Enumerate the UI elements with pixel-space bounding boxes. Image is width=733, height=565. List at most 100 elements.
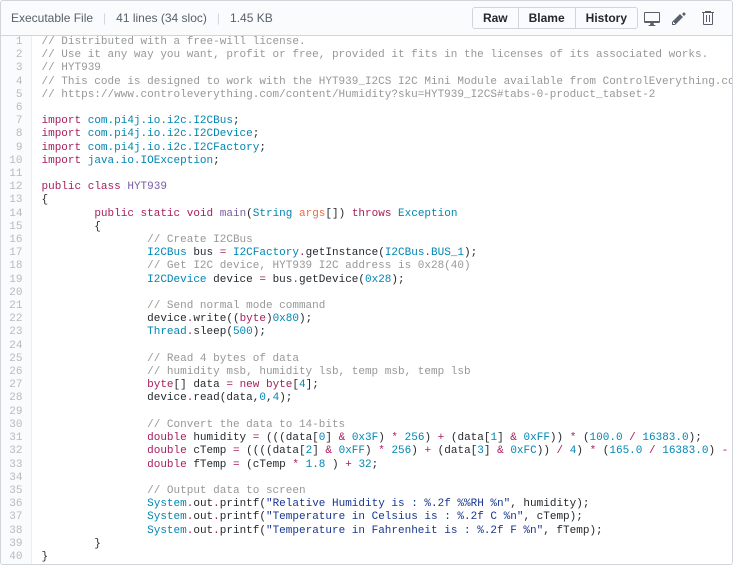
line-number[interactable]: 29	[1, 406, 31, 419]
line-content[interactable]: import com.pi4j.io.i2c.I2CFactory;	[31, 142, 733, 155]
line-number[interactable]: 30	[1, 419, 31, 432]
line-number[interactable]: 24	[1, 340, 31, 353]
line-number[interactable]: 18	[1, 260, 31, 273]
line-number[interactable]: 13	[1, 194, 31, 207]
line-content[interactable]: }	[31, 538, 733, 551]
line-content[interactable]: import com.pi4j.io.i2c.I2CDevice;	[31, 128, 733, 141]
trash-icon[interactable]	[694, 6, 722, 30]
line-content[interactable]: {	[31, 221, 733, 234]
line-content[interactable]	[31, 406, 733, 419]
line-content[interactable]: import java.io.IOException;	[31, 155, 733, 168]
code-viewer[interactable]: 1// Distributed with a free-will license…	[0, 36, 733, 565]
line-content[interactable]: I2CDevice device = bus.getDevice(0x28);	[31, 274, 733, 287]
line-content[interactable]: double cTemp = ((((data[2] & 0xFF) * 256…	[31, 445, 733, 458]
desktop-icon[interactable]	[638, 6, 666, 30]
code-line: 3// HYT939	[1, 62, 733, 75]
line-number[interactable]: 32	[1, 445, 31, 458]
code-line: 16 // Create I2CBus	[1, 234, 733, 247]
pencil-icon[interactable]	[666, 6, 694, 30]
line-content[interactable]: byte[] data = new byte[4];	[31, 379, 733, 392]
line-content[interactable]: System.out.printf("Temperature in Celsiu…	[31, 511, 733, 524]
line-number[interactable]: 21	[1, 300, 31, 313]
code-line: 25 // Read 4 bytes of data	[1, 353, 733, 366]
line-number[interactable]: 22	[1, 313, 31, 326]
line-content[interactable]: // Get I2C device, HYT939 I2C address is…	[31, 260, 733, 273]
line-content[interactable]: System.out.printf("Temperature in Fahren…	[31, 525, 733, 538]
line-content[interactable]: public static void main(String args[]) t…	[31, 208, 733, 221]
line-number[interactable]: 3	[1, 62, 31, 75]
line-content[interactable]	[31, 168, 733, 181]
line-number[interactable]: 20	[1, 287, 31, 300]
line-content[interactable]: // Convert the data to 14-bits	[31, 419, 733, 432]
line-number[interactable]: 15	[1, 221, 31, 234]
line-number[interactable]: 37	[1, 511, 31, 524]
line-number[interactable]: 33	[1, 459, 31, 472]
line-number[interactable]: 38	[1, 525, 31, 538]
code-line: 6	[1, 102, 733, 115]
line-number[interactable]: 31	[1, 432, 31, 445]
line-number[interactable]: 39	[1, 538, 31, 551]
line-content[interactable]: // Send normal mode command	[31, 300, 733, 313]
line-number[interactable]: 25	[1, 353, 31, 366]
history-button[interactable]: History	[576, 8, 637, 28]
line-number[interactable]: 5	[1, 89, 31, 102]
line-content[interactable]: // This code is designed to work with th…	[31, 76, 733, 89]
line-content[interactable]: // Distributed with a free-will license.	[31, 36, 733, 49]
line-number[interactable]: 26	[1, 366, 31, 379]
file-mode: Executable File	[11, 11, 93, 25]
line-number[interactable]: 23	[1, 326, 31, 339]
line-content[interactable]: // Output data to screen	[31, 485, 733, 498]
line-number[interactable]: 7	[1, 115, 31, 128]
line-number[interactable]: 34	[1, 472, 31, 485]
code-line: 11	[1, 168, 733, 181]
line-number[interactable]: 35	[1, 485, 31, 498]
line-content[interactable]	[31, 287, 733, 300]
line-content[interactable]: double fTemp = (cTemp * 1.8 ) + 32;	[31, 459, 733, 472]
line-content[interactable]: // humidity msb, humidity lsb, temp msb,…	[31, 366, 733, 379]
line-number[interactable]: 9	[1, 142, 31, 155]
raw-button[interactable]: Raw	[473, 8, 519, 28]
line-content[interactable]: double humidity = (((data[0] & 0x3F) * 2…	[31, 432, 733, 445]
line-content[interactable]	[31, 340, 733, 353]
line-number[interactable]: 36	[1, 498, 31, 511]
line-content[interactable]: {	[31, 194, 733, 207]
line-content[interactable]: // HYT939	[31, 62, 733, 75]
line-number[interactable]: 11	[1, 168, 31, 181]
line-number[interactable]: 4	[1, 76, 31, 89]
line-number[interactable]: 6	[1, 102, 31, 115]
line-content[interactable]: Thread.sleep(500);	[31, 326, 733, 339]
code-line: 37 System.out.printf("Temperature in Cel…	[1, 511, 733, 524]
line-number[interactable]: 28	[1, 392, 31, 405]
code-line: 17 I2CBus bus = I2CFactory.getInstance(I…	[1, 247, 733, 260]
code-table: 1// Distributed with a free-will license…	[1, 36, 733, 564]
line-number[interactable]: 16	[1, 234, 31, 247]
line-number[interactable]: 8	[1, 128, 31, 141]
line-content[interactable]: I2CBus bus = I2CFactory.getInstance(I2CB…	[31, 247, 733, 260]
line-number[interactable]: 14	[1, 208, 31, 221]
line-content[interactable]: // Read 4 bytes of data	[31, 353, 733, 366]
line-number[interactable]: 12	[1, 181, 31, 194]
line-number[interactable]: 27	[1, 379, 31, 392]
line-content[interactable]: device.read(data,0,4);	[31, 392, 733, 405]
blame-button[interactable]: Blame	[519, 8, 576, 28]
line-number[interactable]: 19	[1, 274, 31, 287]
line-number[interactable]: 1	[1, 36, 31, 49]
line-content[interactable]: import com.pi4j.io.i2c.I2CBus;	[31, 115, 733, 128]
line-content[interactable]: // https://www.controleverything.com/con…	[31, 89, 733, 102]
line-content[interactable]: // Create I2CBus	[31, 234, 733, 247]
line-content[interactable]: public class HYT939	[31, 181, 733, 194]
line-content[interactable]	[31, 102, 733, 115]
file-size: 1.45 KB	[230, 11, 273, 25]
line-content[interactable]: // Use it any way you want, profit or fr…	[31, 49, 733, 62]
separator-icon: |	[217, 11, 220, 25]
line-number[interactable]: 2	[1, 49, 31, 62]
line-content[interactable]: System.out.printf("Relative Humidity is …	[31, 498, 733, 511]
code-line: 19 I2CDevice device = bus.getDevice(0x28…	[1, 274, 733, 287]
line-content[interactable]: device.write((byte)0x80);	[31, 313, 733, 326]
line-content[interactable]	[31, 472, 733, 485]
code-line: 26 // humidity msb, humidity lsb, temp m…	[1, 366, 733, 379]
line-number[interactable]: 17	[1, 247, 31, 260]
code-line: 35 // Output data to screen	[1, 485, 733, 498]
line-number[interactable]: 10	[1, 155, 31, 168]
code-line: 24	[1, 340, 733, 353]
